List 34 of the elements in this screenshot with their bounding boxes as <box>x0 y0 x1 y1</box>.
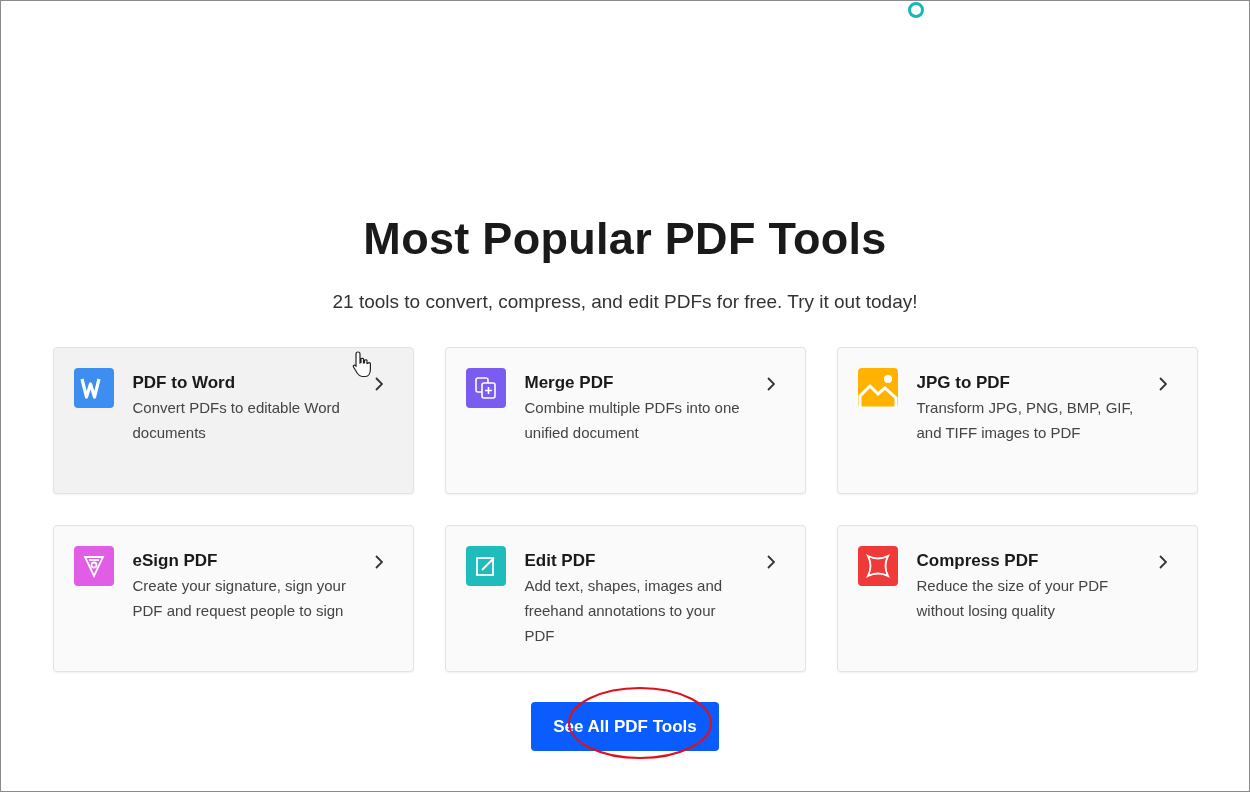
word-tool-icon <box>73 368 114 408</box>
chevron-right-icon <box>1158 555 1167 569</box>
tool-title: PDF to Word <box>132 373 237 393</box>
page-heading: Most Popular PDF Tools <box>363 213 887 265</box>
compress-tool-icon <box>857 546 898 586</box>
tool-title: Edit PDF <box>524 551 597 571</box>
image-tool-icon <box>857 368 898 408</box>
chevron-right-icon <box>766 377 775 391</box>
tool-description: Convert PDFs to editable Word documents <box>132 398 341 443</box>
tool-card[interactable]: eSign PDF Create your signature, sign your PDF and request people to sign <box>52 525 414 672</box>
tool-description: Reduce the size of your PDF without losing quality <box>916 576 1110 621</box>
hand-cursor-icon <box>351 350 372 380</box>
ring-decoration <box>908 2 924 18</box>
tool-card[interactable]: PDF to Word Convert PDFs to editable Word documents <box>52 347 414 494</box>
tool-title: JPG to PDF <box>916 373 1011 393</box>
tool-card[interactable]: JPG to PDF Transform JPG, PNG, BMP, GIF, and TIFF images to PDF <box>836 347 1198 494</box>
tool-description: Combine multiple PDFs into one unified document <box>524 398 741 443</box>
tool-description: Add text, shapes, images and freehand annotations to your PDF <box>524 576 724 646</box>
tool-card[interactable]: Merge PDF Combine multiple PDFs into one unified document <box>444 347 806 494</box>
chevron-right-icon <box>766 555 775 569</box>
esign-tool-icon <box>73 546 114 586</box>
tool-title: eSign PDF <box>132 551 219 571</box>
tool-card[interactable]: Compress PDF Reduce the size of your PDF without losing quality <box>836 525 1198 672</box>
chevron-right-icon <box>374 377 383 391</box>
edit-tool-icon <box>465 546 506 586</box>
tool-title: Merge PDF <box>524 373 615 393</box>
chevron-right-icon <box>1158 377 1167 391</box>
tool-description: Create your signature, sign your PDF and request people to sign <box>132 576 347 621</box>
tool-description: Transform JPG, PNG, BMP, GIF, and TIFF images to PDF <box>916 398 1135 443</box>
tool-title: Compress PDF <box>916 551 1040 571</box>
page-subtitle: 21 tools to convert, compress, and edit PDFs for free. Try it out today! <box>332 291 918 313</box>
tool-card[interactable]: Edit PDF Add text, shapes, images and freehand annotations to your PDF <box>444 525 806 672</box>
chevron-right-icon <box>374 555 383 569</box>
merge-tool-icon <box>465 368 506 408</box>
